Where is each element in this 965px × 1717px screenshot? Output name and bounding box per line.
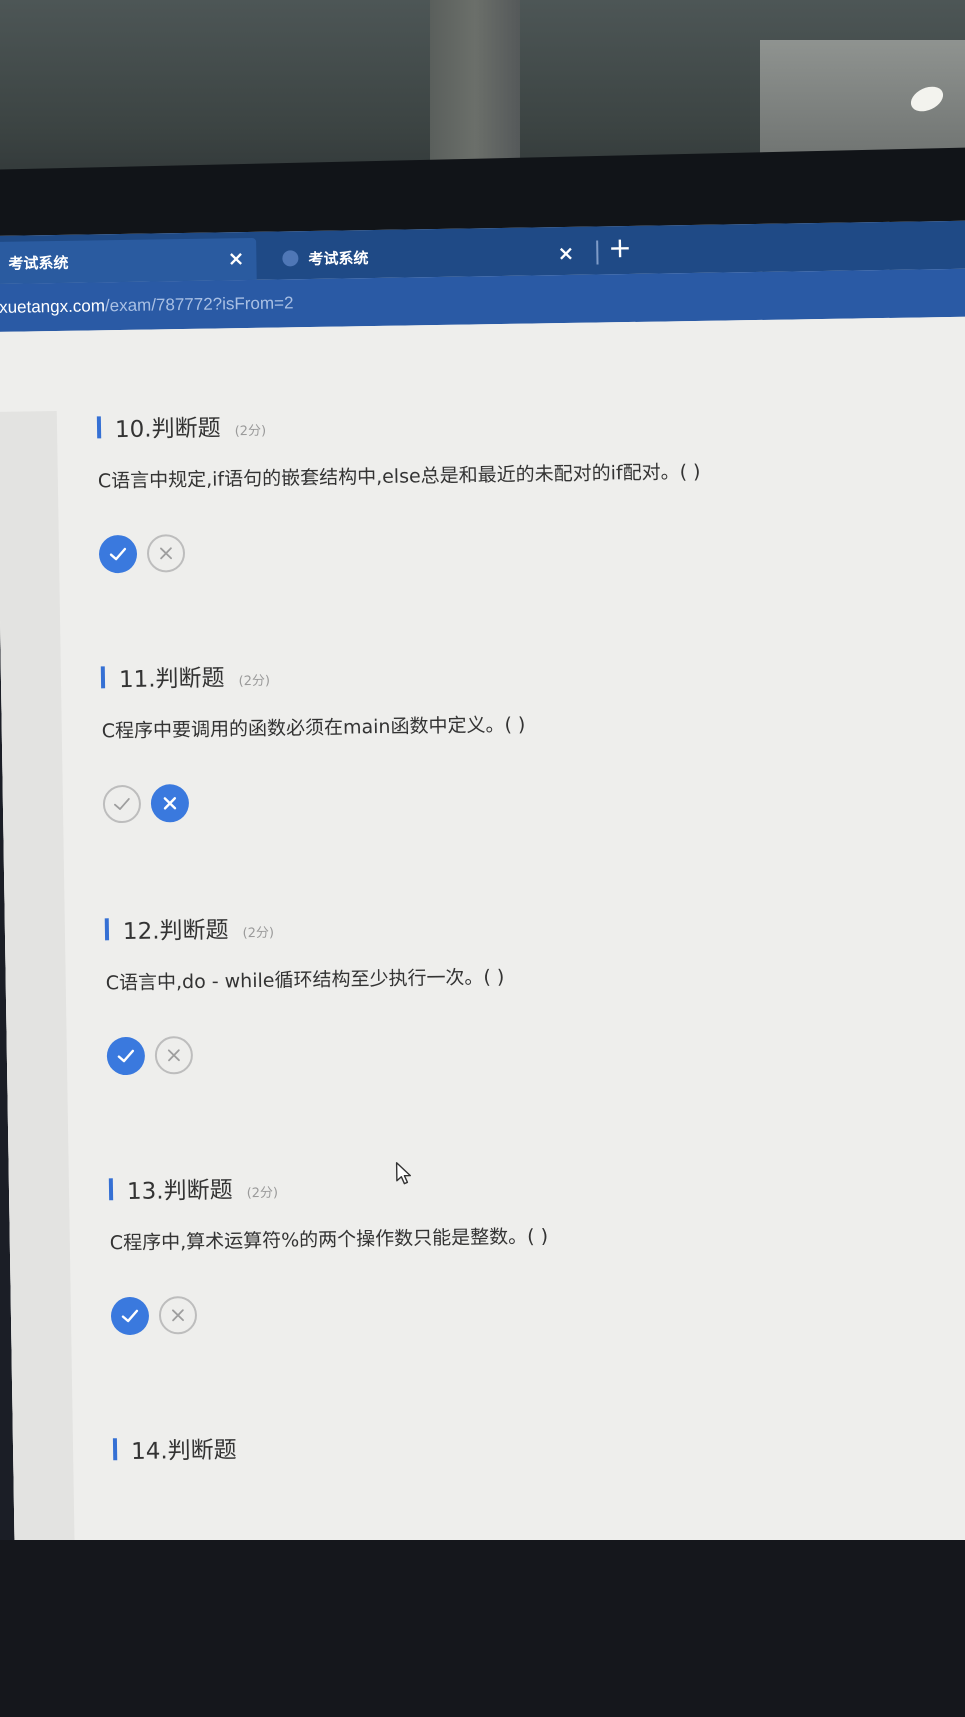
question-11: 11.判断题 (2分) C程序中要调用的函数必须在main函数中定义。( ) [100, 647, 923, 824]
question-text: C程序中要调用的函数必须在main函数中定义。( ) [101, 713, 526, 743]
true-option-button[interactable] [110, 1296, 150, 1336]
question-13: 13.判断题 (2分) C程序中,算术运算符%的两个操作数只能是整数。( ) [108, 1159, 931, 1336]
cross-icon [160, 547, 172, 560]
browser-window: 考试系统 × 考试系统 × + xuetangx.com/exam/787772… [0, 220, 965, 1572]
url-path: /exam/787772?isFrom=2 [104, 293, 294, 316]
question-points: (2分) [246, 1185, 279, 1202]
question-title: 13.判断题 [126, 1177, 233, 1206]
true-option-button[interactable] [106, 1036, 146, 1076]
monitor-bezel-bottom [0, 1540, 965, 1717]
close-tab-icon[interactable]: × [227, 246, 244, 270]
question-header: 11.判断题 (2分) [100, 647, 921, 694]
question-text: C语言中规定,if语句的嵌套结构中,else总是和最近的未配对的if配对。( ) [97, 460, 701, 493]
answer-options [102, 772, 923, 824]
accent-bar [112, 1438, 118, 1461]
left-sidebar [0, 411, 75, 1572]
mouse-cursor-icon [395, 1162, 412, 1185]
accent-bar [96, 416, 102, 439]
check-icon [114, 798, 130, 810]
answer-options [110, 1284, 931, 1336]
tab-exam-inactive[interactable]: 考试系统 × [264, 233, 587, 280]
check-icon [121, 1309, 139, 1323]
exam-page: 10.判断题 (2分) C语言中规定,if语句的嵌套结构中,else总是和最近的… [0, 316, 965, 1572]
question-14: 14.判断题 [112, 1419, 933, 1466]
question-10: 10.判断题 (2分) C语言中规定,if语句的嵌套结构中,else总是和最近的… [96, 398, 919, 574]
question-title: 10.判断题 [114, 415, 221, 444]
tab-separator [596, 240, 599, 265]
close-tab-icon[interactable]: × [557, 241, 574, 265]
url-text[interactable]: xuetangx.com/exam/787772?isFrom=2 [0, 293, 294, 318]
false-option-button[interactable] [150, 784, 190, 823]
false-option-button[interactable] [154, 1035, 194, 1075]
photo-stage: 考试系统 × 考试系统 × + xuetangx.com/exam/787772… [0, 0, 965, 1717]
question-title: 11.判断题 [118, 665, 225, 694]
cross-icon [163, 797, 177, 810]
favicon-icon [282, 250, 299, 267]
tab-label: 考试系统 [8, 253, 69, 273]
cross-icon [167, 1049, 180, 1062]
tab-label: 考试系统 [308, 248, 369, 268]
question-header: 14.判断题 [112, 1419, 933, 1466]
cross-icon [171, 1309, 184, 1322]
wall-panel [430, 0, 520, 170]
false-option-button[interactable] [146, 534, 186, 573]
question-header: 12.判断题 (2分) [104, 899, 925, 946]
tab-exam-active[interactable]: 考试系统 × [0, 237, 257, 284]
url-domain: xuetangx.com [0, 296, 106, 317]
false-option-button[interactable] [158, 1295, 198, 1335]
new-tab-button[interactable]: + [608, 231, 632, 264]
true-option-button[interactable] [102, 784, 142, 824]
answer-options [98, 523, 919, 574]
question-points: (2分) [234, 423, 267, 440]
question-points: (2分) [238, 673, 271, 690]
question-title: 14.判断题 [130, 1437, 237, 1465]
check-icon [109, 547, 127, 561]
question-text: C语言中,do - while循环结构至少执行一次。( ) [105, 966, 505, 995]
accent-bar [104, 918, 110, 941]
true-option-button[interactable] [98, 534, 138, 574]
question-title: 12.判断题 [122, 917, 229, 946]
question-text: C程序中,算术运算符%的两个操作数只能是整数。( ) [109, 1225, 549, 1255]
question-header: 10.判断题 (2分) [96, 398, 917, 445]
question-12: 12.判断题 (2分) C语言中,do - while循环结构至少执行一次。( … [104, 899, 927, 1076]
answer-options [106, 1024, 927, 1076]
question-header: 13.判断题 (2分) [108, 1159, 929, 1206]
check-icon [117, 1049, 135, 1063]
accent-bar [100, 666, 106, 689]
question-points: (2分) [242, 925, 275, 942]
accent-bar [108, 1178, 114, 1201]
